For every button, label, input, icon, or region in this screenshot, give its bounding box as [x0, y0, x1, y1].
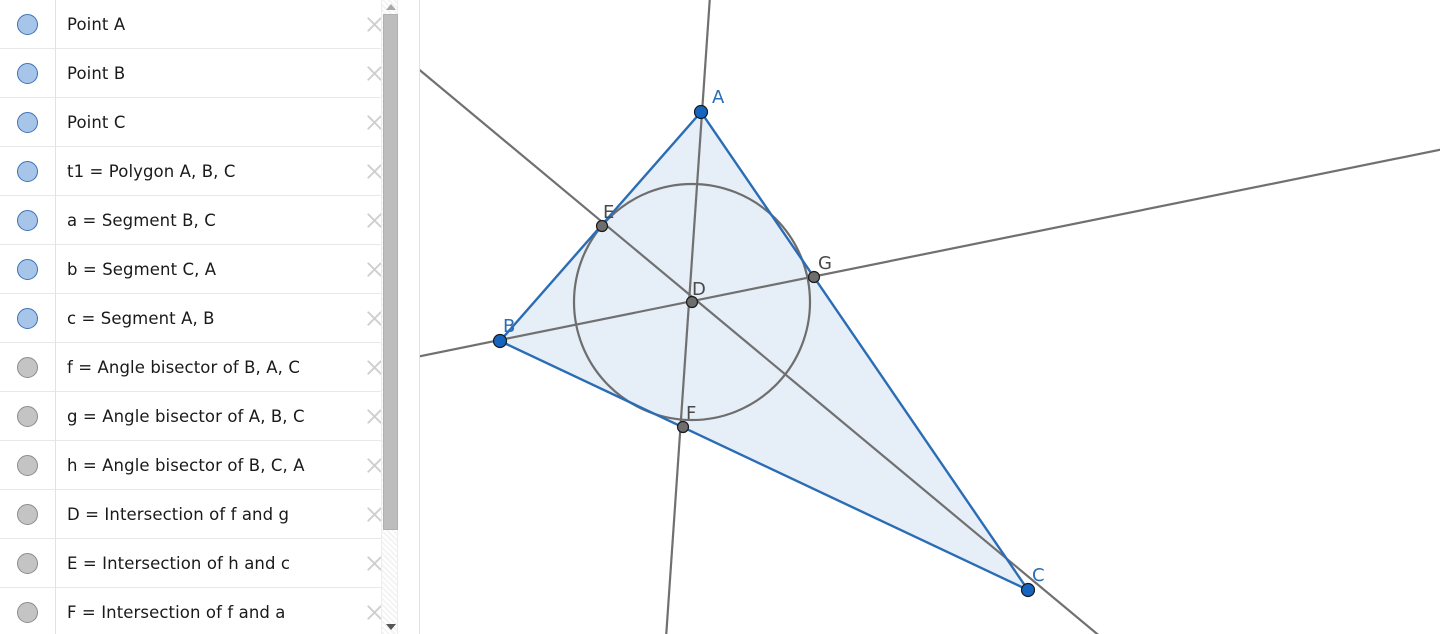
object-definition-label: h = Angle bisector of B, C, A: [67, 455, 305, 475]
object-definition-label: a = Segment B, C: [67, 210, 216, 230]
visibility-toggle[interactable]: [0, 489, 56, 539]
object-definition-label: g = Angle bisector of A, B, C: [67, 406, 305, 426]
visibility-marble-off[interactable]: [17, 503, 38, 525]
visibility-marble-off[interactable]: [17, 405, 38, 427]
visibility-toggle[interactable]: [0, 342, 56, 392]
object-definition-label: Point A: [67, 14, 126, 34]
object-definition-label: t1 = Polygon A, B, C: [67, 161, 236, 181]
object-list: Point A Point B Point C t1 = Polygon A, B, …: [0, 0, 398, 634]
visibility-marble-off[interactable]: [17, 601, 38, 623]
triangle-down-icon: [385, 624, 396, 630]
visibility-marble-on[interactable]: [17, 209, 38, 231]
object-row[interactable]: Point A: [0, 0, 398, 49]
object-row[interactable]: a = Segment B, C: [0, 195, 398, 245]
visibility-toggle[interactable]: [0, 244, 56, 294]
object-definition-label: F = Intersection of f and a: [67, 602, 286, 622]
visibility-toggle[interactable]: [0, 440, 56, 490]
point-A[interactable]: [693, 104, 709, 120]
object-row[interactable]: D = Intersection of f and g: [0, 489, 398, 539]
polygon-t1: [500, 112, 1028, 590]
visibility-toggle[interactable]: [0, 195, 56, 245]
object-definition-label: E = Intersection of h and c: [67, 553, 291, 573]
graphics-view[interactable]: A B C D E F G: [420, 0, 1440, 634]
visibility-marble-off[interactable]: [17, 356, 38, 378]
visibility-marble-on[interactable]: [17, 13, 38, 35]
object-definition-label: b = Segment C, A: [67, 259, 217, 279]
object-row[interactable]: h = Angle bisector of B, C, A: [0, 440, 398, 490]
visibility-toggle[interactable]: [0, 146, 56, 196]
point-label-C: C: [1032, 565, 1045, 586]
scrollbar-down-button[interactable]: [382, 620, 399, 634]
point-label-D: D: [692, 279, 706, 300]
sidebar-scrollbar[interactable]: [381, 0, 398, 634]
visibility-marble-on[interactable]: [17, 160, 38, 182]
object-row[interactable]: t1 = Polygon A, B, C: [0, 146, 398, 196]
visibility-toggle[interactable]: [0, 391, 56, 441]
visibility-marble-on[interactable]: [17, 258, 38, 280]
scrollbar-thumb[interactable]: [383, 14, 398, 530]
visibility-toggle[interactable]: [0, 97, 56, 147]
object-definition-label: Point B: [67, 63, 126, 83]
object-row[interactable]: Point B: [0, 48, 398, 98]
visibility-marble-on[interactable]: [17, 62, 38, 84]
object-definition-label: f = Angle bisector of B, A, C: [67, 357, 300, 377]
geometry-canvas[interactable]: A B C D E F G: [420, 0, 1440, 634]
visibility-toggle[interactable]: [0, 48, 56, 98]
object-row[interactable]: g = Angle bisector of A, B, C: [0, 391, 398, 441]
visibility-toggle[interactable]: [0, 587, 56, 634]
visibility-toggle[interactable]: [0, 0, 56, 49]
point-label-G: G: [818, 253, 832, 274]
point-label-E: E: [603, 202, 614, 223]
visibility-marble-on[interactable]: [17, 307, 38, 329]
object-definition-label: Point C: [67, 112, 126, 132]
visibility-marble-off[interactable]: [17, 552, 38, 574]
point-label-A: A: [712, 87, 725, 108]
point-label-B: B: [503, 316, 515, 337]
bisector-line-g[interactable]: [420, 148, 1440, 358]
algebra-sidebar: Point A Point B Point C t1 = Polygon A, B, …: [0, 0, 420, 634]
object-definition-label: c = Segment A, B: [67, 308, 215, 328]
geometry-application: Point A Point B Point C t1 = Polygon A, B, …: [0, 0, 1440, 634]
object-row[interactable]: c = Segment A, B: [0, 293, 398, 343]
object-row[interactable]: F = Intersection of f and a: [0, 587, 398, 634]
triangle-up-icon: [385, 4, 396, 10]
visibility-toggle[interactable]: [0, 293, 56, 343]
object-row[interactable]: f = Angle bisector of B, A, C: [0, 342, 398, 392]
point-label-F: F: [686, 403, 696, 424]
visibility-marble-on[interactable]: [17, 111, 38, 133]
scrollbar-up-button[interactable]: [382, 0, 399, 14]
object-row[interactable]: b = Segment C, A: [0, 244, 398, 294]
visibility-toggle[interactable]: [0, 538, 56, 588]
object-row[interactable]: E = Intersection of h and c: [0, 538, 398, 588]
object-definition-label: D = Intersection of f and g: [67, 504, 290, 524]
polygon-t1-layer: [500, 112, 1028, 590]
visibility-marble-off[interactable]: [17, 454, 38, 476]
object-row[interactable]: Point C: [0, 97, 398, 147]
